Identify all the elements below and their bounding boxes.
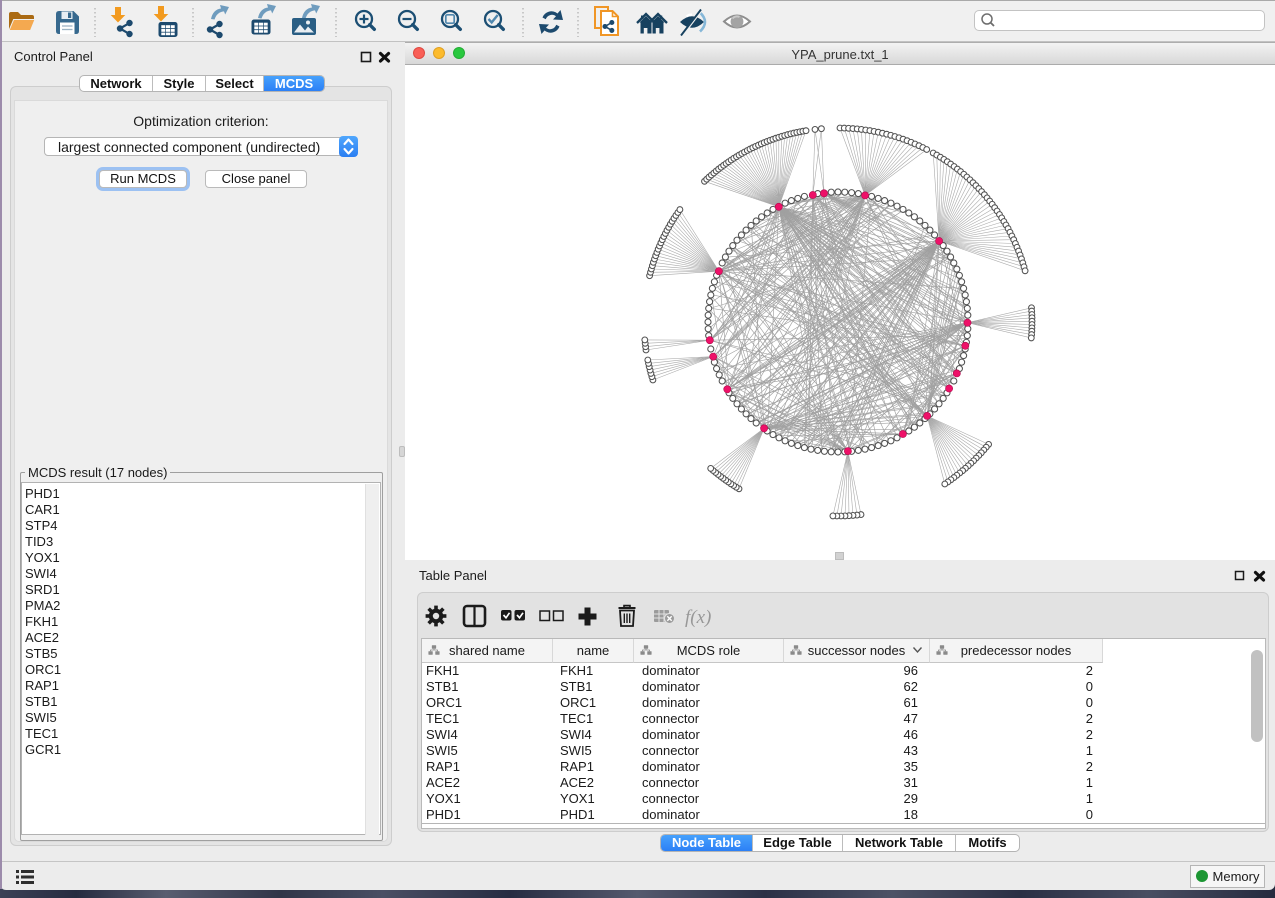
svg-text:f(x): f(x) (685, 607, 711, 628)
